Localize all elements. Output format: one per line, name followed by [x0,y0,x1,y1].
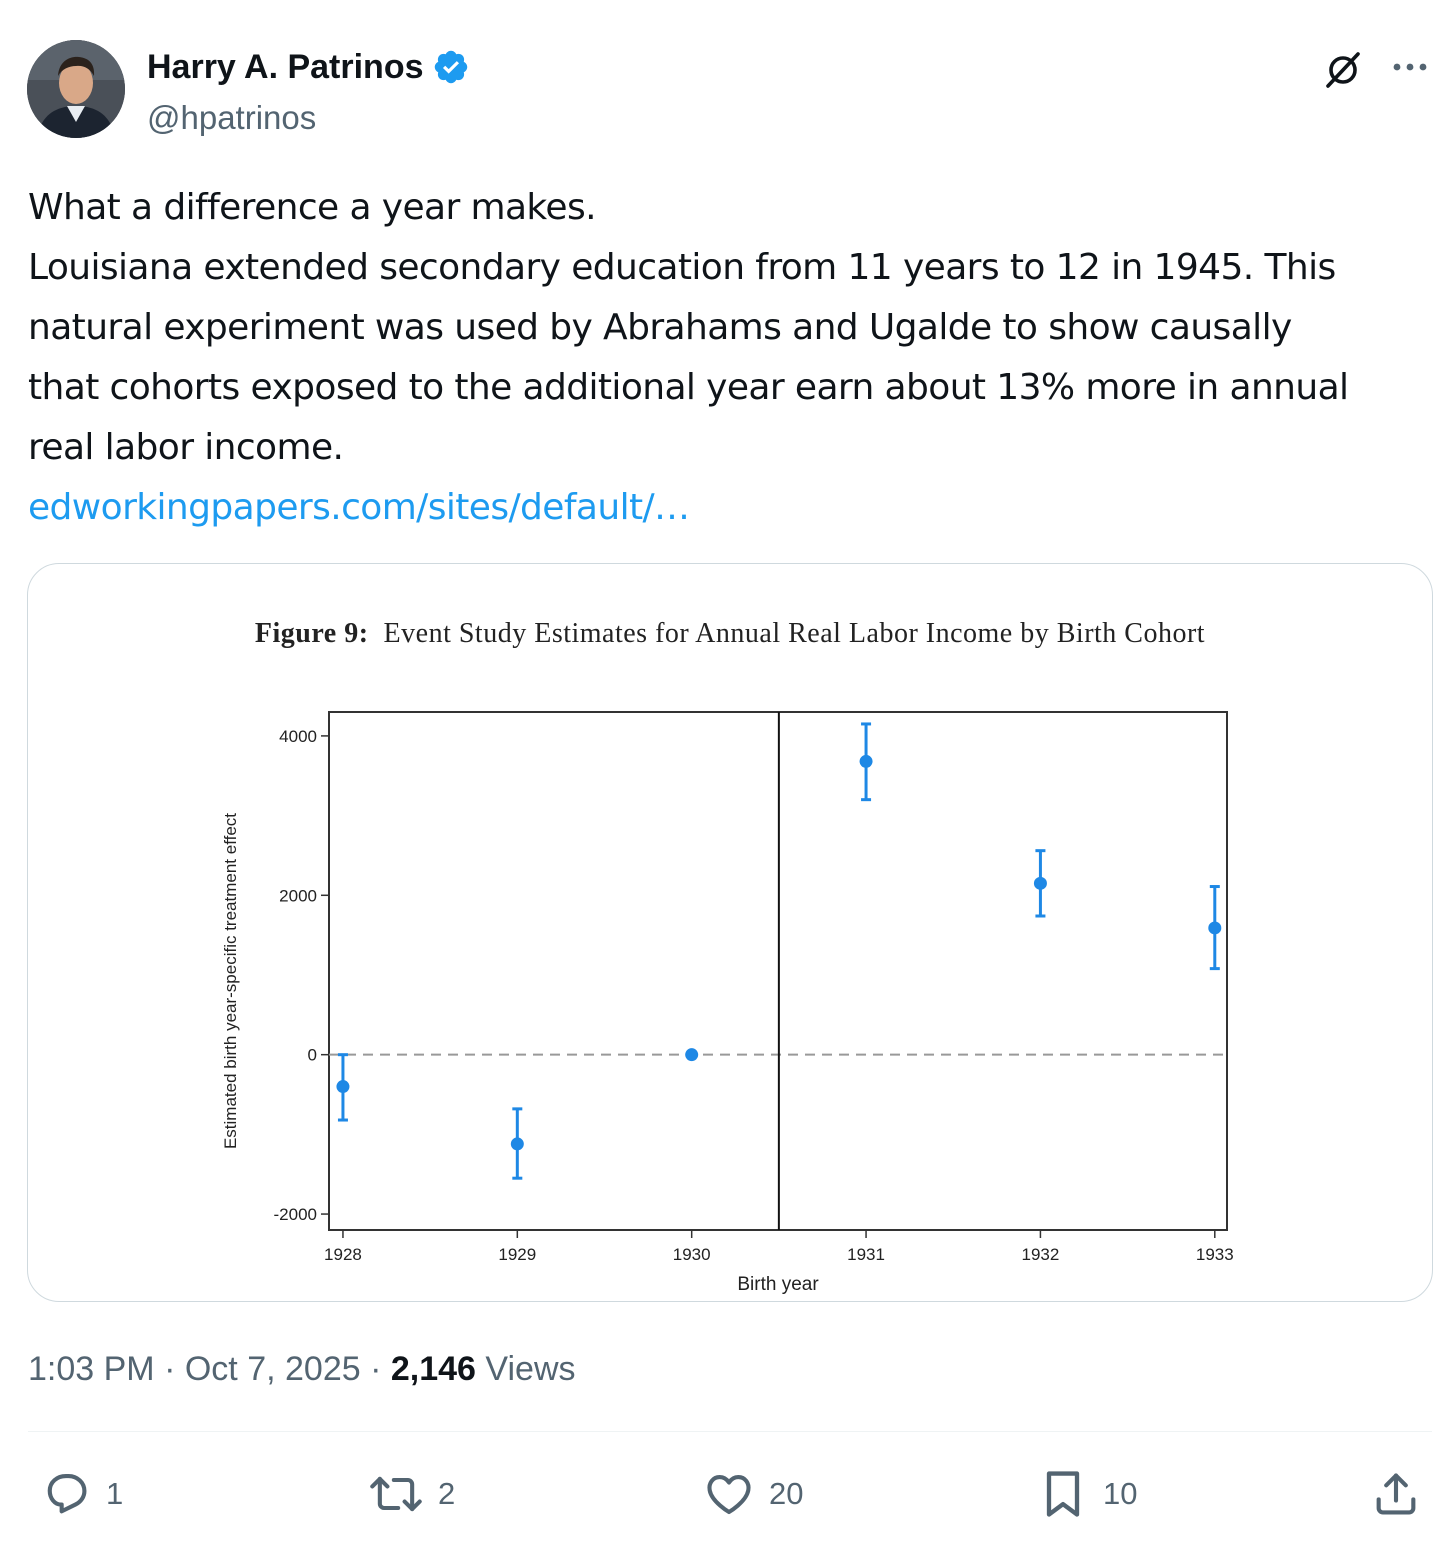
bookmark-button[interactable]: 10 [1037,1466,1137,1522]
x-axis-label: Birth year [737,1274,819,1295]
y-axis-label: Estimated birth year-specific treatment … [221,813,240,1149]
y-tick-label: 4000 [279,727,317,746]
tweet-meta: 1:03 PM · Oct 7, 2025 · 2,146 Views [28,1346,576,1392]
repost-count: 2 [438,1476,456,1511]
x-tick-label: 1928 [324,1245,362,1264]
bookmark-icon [1046,1471,1080,1517]
chart: 4000 2000 0 -2000 1928 1929 1930 1931 1932 1933 Bi… [221,711,1234,1295]
heart-icon [707,1475,751,1515]
bookmark-count: 10 [1103,1476,1138,1511]
tweet-link[interactable]: edworkingpapers.com/sites/default/… [28,487,690,528]
tweet-text-line: real labor income. [28,427,344,468]
media-card[interactable]: Figure 9: Event Study Estimates for Annu… [27,563,1433,1302]
x-tick-label: 1932 [1022,1245,1060,1264]
more-icon[interactable] [1390,52,1430,82]
data-point [685,1048,699,1062]
meta-separator: · [164,1350,176,1388]
avatar[interactable] [27,40,125,138]
reply-button[interactable]: 1 [40,1466,123,1522]
x-tick-label: 1930 [673,1245,711,1264]
avatar-image [27,40,125,138]
y-tick-label: -2000 [274,1205,317,1224]
author-name[interactable]: Harry A. Patrinos [147,46,424,88]
like-button[interactable]: 20 [703,1466,803,1522]
data-point [1208,921,1222,935]
data-point [510,1137,524,1151]
x-tick-label: 1931 [847,1245,885,1264]
tweet-text-line: What a difference a year makes. [28,187,597,228]
meta-separator: · [370,1350,382,1388]
divider [28,1431,1432,1432]
like-count: 20 [769,1476,804,1511]
data-point [336,1080,350,1094]
verified-badge-icon[interactable] [432,48,470,86]
share-icon [1376,1473,1416,1515]
repost-icon [370,1476,422,1512]
y-tick-label: 2000 [279,886,317,905]
reply-count: 1 [106,1476,124,1511]
author-handle[interactable]: @hpatrinos [147,98,316,138]
x-tick-label: 1933 [1196,1245,1234,1264]
reply-icon [47,1473,87,1514]
author-name-row[interactable]: Harry A. Patrinos [147,46,470,88]
repost-button[interactable]: 2 [368,1466,455,1522]
tweet-time[interactable]: 1:03 PM [28,1350,155,1388]
tweet-text-line: Louisiana extended secondary education f… [28,247,1336,288]
grok-icon[interactable] [1322,48,1364,90]
tweet-text-line: that cohorts exposed to the additional y… [28,367,1349,408]
tweet-text-line: natural experiment was used by Abrahams … [28,307,1292,348]
data-point [1033,876,1047,890]
tweet: Harry A. Patrinos @hpatrinos What a diff… [0,0,1456,1548]
tweet-date[interactable]: Oct 7, 2025 [185,1350,361,1388]
share-button[interactable] [1370,1466,1422,1522]
views-label: Views [485,1350,576,1388]
views-count: 2,146 [390,1350,476,1388]
y-tick-label: 0 [308,1046,317,1065]
x-tick-label: 1929 [498,1245,536,1264]
tweet-text: What a difference a year makes. Louisian… [28,178,1433,538]
data-point [859,754,873,768]
